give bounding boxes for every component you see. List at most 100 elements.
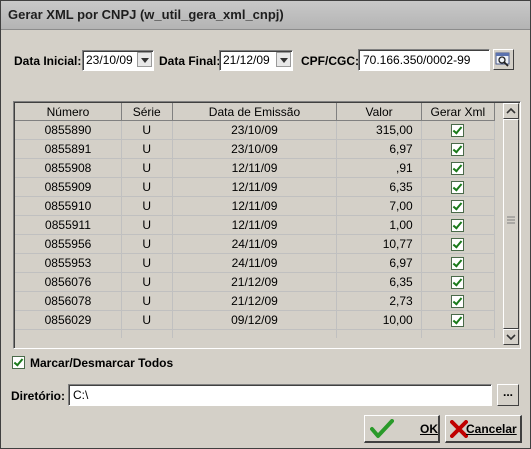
- gerar-xml-checkbox[interactable]: [451, 200, 465, 214]
- data-inicial-select[interactable]: 23/10/09: [82, 50, 154, 71]
- chevron-down-icon[interactable]: [137, 52, 152, 67]
- cell-numero: 0855891: [15, 139, 122, 159]
- arrow-up-icon: [506, 107, 516, 114]
- empty-cell: [421, 329, 496, 338]
- gerar-xml-checkbox[interactable]: [451, 219, 465, 233]
- cell-serie: U: [121, 215, 173, 235]
- table-row[interactable]: 0856076 U 21/12/09 6,35: [15, 272, 496, 292]
- gerar-xml-checkbox[interactable]: [451, 143, 465, 157]
- cell-gerar-xml: [421, 253, 496, 273]
- cell-gerar-xml: [421, 177, 496, 197]
- scroll-up-button[interactable]: [503, 103, 519, 119]
- table-row[interactable]: 0855890 U 23/10/09 315,00: [15, 120, 496, 140]
- dialog-window: Gerar XML por CNPJ (w_util_gera_xml_cnpj…: [0, 0, 531, 449]
- cell-gerar-xml: [421, 120, 496, 140]
- cell-data-emissao: 12/11/09: [172, 158, 338, 178]
- table-row[interactable]: 0855891 U 23/10/09 6,97: [15, 139, 496, 159]
- cell-numero: 0856076: [15, 272, 122, 292]
- ok-label: OK: [420, 422, 438, 436]
- table-row[interactable]: 0855908 U 12/11/09,91: [15, 158, 496, 178]
- cancel-button[interactable]: Cancelar: [445, 415, 522, 443]
- grip-icon: [507, 216, 515, 224]
- table-row[interactable]: 0855953 U 24/11/09 6,97: [15, 253, 496, 273]
- cell-valor: 315,00: [336, 120, 422, 140]
- table-row[interactable]: 0855910 U 12/11/09 7,00: [15, 196, 496, 216]
- cell-numero: 0855910: [15, 196, 122, 216]
- cell-valor: 10,77: [336, 234, 422, 254]
- cell-numero: 0856078: [15, 291, 122, 311]
- window-title: Gerar XML por CNPJ (w_util_gera_xml_cnpj…: [8, 7, 284, 22]
- gerar-xml-checkbox[interactable]: [451, 181, 465, 195]
- cell-gerar-xml: [421, 234, 496, 254]
- cell-serie: U: [121, 120, 173, 140]
- browse-button[interactable]: ...: [497, 384, 519, 406]
- cell-valor: ,91: [336, 158, 422, 178]
- checkmark-icon: [370, 419, 394, 438]
- cell-serie: U: [121, 234, 173, 254]
- data-inicial-value: 23/10/09: [86, 53, 133, 67]
- table-row[interactable]: 0855911 U 12/11/09 1,00: [15, 215, 496, 235]
- column-header-numero[interactable]: Número: [15, 103, 122, 121]
- table-row[interactable]: 0856029 U 09/12/09 10,00: [15, 310, 496, 330]
- diretorio-label: Diretório:: [11, 389, 65, 403]
- gerar-xml-checkbox[interactable]: [451, 238, 465, 252]
- cpf-value: 70.166.350/0002-99: [363, 53, 471, 67]
- column-header-data[interactable]: Data de Emissão: [172, 103, 338, 121]
- marcar-todos-label[interactable]: Marcar/Desmarcar Todos: [30, 356, 173, 370]
- cell-data-emissao: 21/12/09: [172, 272, 338, 292]
- invoice-table: Número Série Data de Emissão Valor Gerar…: [15, 103, 496, 338]
- table-row[interactable]: 0855956 U 24/11/09 10,77: [15, 234, 496, 254]
- cell-data-emissao: 09/12/09: [172, 310, 338, 330]
- gerar-xml-checkbox[interactable]: [451, 162, 465, 176]
- cell-serie: U: [121, 291, 173, 311]
- search-cpf-button[interactable]: [493, 49, 514, 70]
- column-header-gerar-xml[interactable]: Gerar Xml: [421, 103, 496, 121]
- column-header-serie[interactable]: Série: [121, 103, 173, 121]
- cell-data-emissao: 12/11/09: [172, 177, 338, 197]
- cell-data-emissao: 23/10/09: [172, 139, 338, 159]
- scroll-down-button[interactable]: [503, 329, 519, 345]
- data-inicial-label: Data Inicial:: [14, 54, 82, 68]
- cell-data-emissao: 24/11/09: [172, 234, 338, 254]
- cell-serie: U: [121, 139, 173, 159]
- empty-cell: [121, 329, 173, 338]
- scroll-thumb[interactable]: [503, 119, 519, 329]
- cell-valor: 6,97: [336, 253, 422, 273]
- cell-gerar-xml: [421, 310, 496, 330]
- gerar-xml-checkbox[interactable]: [451, 257, 465, 271]
- gerar-xml-checkbox[interactable]: [451, 295, 465, 309]
- cell-gerar-xml: [421, 139, 496, 159]
- marcar-todos-checkbox[interactable]: [12, 356, 25, 369]
- diretorio-input[interactable]: C:\: [68, 384, 492, 406]
- data-final-select[interactable]: 21/12/09: [219, 50, 293, 71]
- cell-serie: U: [121, 196, 173, 216]
- cpf-input[interactable]: 70.166.350/0002-99: [358, 49, 490, 71]
- cell-valor: 6,35: [336, 272, 422, 292]
- empty-cell: [172, 329, 338, 338]
- data-final-value: 21/12/09: [223, 53, 270, 67]
- invoice-grid[interactable]: Número Série Data de Emissão Valor Gerar…: [13, 101, 521, 349]
- column-header-valor[interactable]: Valor: [336, 103, 422, 121]
- gerar-xml-checkbox[interactable]: [451, 276, 465, 290]
- title-bar[interactable]: Gerar XML por CNPJ (w_util_gera_xml_cnpj…: [1, 1, 530, 30]
- gerar-xml-checkbox[interactable]: [451, 124, 465, 138]
- cell-numero: 0856029: [15, 310, 122, 330]
- ok-button[interactable]: OK: [364, 415, 440, 443]
- cancel-label: Cancelar: [466, 422, 517, 436]
- cell-numero: 0855956: [15, 234, 122, 254]
- cell-numero: 0855908: [15, 158, 122, 178]
- cell-gerar-xml: [421, 291, 496, 311]
- table-row[interactable]: 0856078 U 21/12/09 2,73: [15, 291, 496, 311]
- diretorio-value: C:\: [73, 388, 89, 402]
- cell-serie: U: [121, 272, 173, 292]
- cell-data-emissao: 24/11/09: [172, 253, 338, 273]
- search-icon: [495, 52, 510, 67]
- cell-numero: 0855909: [15, 177, 122, 197]
- vertical-scrollbar[interactable]: [503, 103, 519, 345]
- cell-data-emissao: 23/10/09: [172, 120, 338, 140]
- chevron-down-icon[interactable]: [276, 52, 291, 67]
- table-row[interactable]: 0855909 U 12/11/09 6,35: [15, 177, 496, 197]
- empty-cell: [336, 329, 422, 338]
- cell-data-emissao: 12/11/09: [172, 196, 338, 216]
- gerar-xml-checkbox[interactable]: [451, 314, 465, 328]
